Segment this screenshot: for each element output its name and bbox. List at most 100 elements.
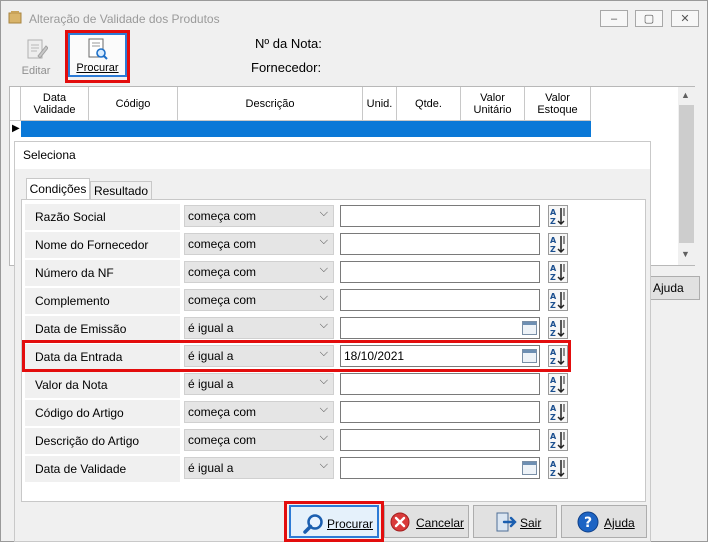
chevron-down-icon: ⌵	[319, 459, 328, 471]
background-help-label: Ajuda	[653, 281, 684, 295]
condition-operator-select[interactable]: começa com ⌵	[184, 289, 334, 311]
sort-az-button[interactable]: AZ	[548, 205, 568, 227]
sort-az-button[interactable]: AZ	[548, 261, 568, 283]
svg-text:A: A	[550, 320, 557, 329]
sort-az-icon: AZ	[550, 264, 565, 282]
condition-operator-select[interactable]: começa com ⌵	[184, 233, 334, 255]
sort-az-icon: AZ	[550, 460, 565, 478]
condition-value-input[interactable]	[340, 205, 540, 227]
col-codigo[interactable]: Código	[89, 87, 178, 121]
sort-az-button[interactable]: AZ	[548, 457, 568, 479]
sort-az-icon: AZ	[550, 236, 565, 254]
svg-text:Z: Z	[550, 329, 556, 338]
condition-operator-select[interactable]: é igual a ⌵	[184, 317, 334, 339]
sort-az-icon: AZ	[550, 320, 565, 338]
sort-az-button[interactable]: AZ	[548, 429, 568, 451]
svg-text:Z: Z	[550, 217, 556, 226]
chevron-down-icon: ⌵	[319, 375, 328, 387]
sort-az-icon: AZ	[550, 404, 565, 422]
sort-az-button[interactable]: AZ	[548, 401, 568, 423]
svg-text:A: A	[550, 404, 557, 413]
condition-operator-value: começa com	[188, 405, 257, 419]
condition-value-input[interactable]	[340, 317, 540, 339]
calendar-icon[interactable]	[522, 461, 537, 475]
sort-az-button[interactable]: AZ	[548, 317, 568, 339]
sort-az-icon: AZ	[550, 432, 565, 450]
svg-text:Z: Z	[550, 245, 556, 254]
chevron-down-icon: ⌵	[319, 207, 328, 219]
scrollbar-thumb[interactable]	[679, 105, 694, 243]
minimize-button[interactable]: –	[600, 10, 628, 27]
condition-value-input[interactable]	[340, 261, 540, 283]
condition-operator-value: é igual a	[188, 461, 234, 475]
condition-operator-value: começa com	[188, 209, 257, 223]
sort-az-icon: AZ	[550, 292, 565, 310]
chevron-down-icon: ⌵	[319, 263, 328, 275]
chevron-down-icon: ⌵	[319, 319, 328, 331]
chevron-down-icon: ⌵	[319, 235, 328, 247]
col-valor-unitario[interactable]: Valor Unitário	[461, 87, 525, 121]
sort-az-icon: AZ	[550, 376, 565, 394]
condition-operator-select[interactable]: começa com ⌵	[184, 429, 334, 451]
condition-value-input[interactable]	[340, 457, 540, 479]
condition-label: Complemento	[25, 288, 180, 314]
grid-corner	[10, 87, 21, 121]
svg-text:Z: Z	[550, 469, 556, 478]
sair-button[interactable]: Sair	[473, 505, 557, 538]
chevron-down-icon: ⌵	[319, 291, 328, 303]
minimize-icon: –	[610, 12, 618, 25]
table-row-selected[interactable]	[21, 121, 591, 137]
svg-text:?: ?	[584, 515, 592, 531]
maximize-button[interactable]: ▢	[635, 10, 663, 27]
scroll-down-icon[interactable]: ▼	[681, 249, 690, 259]
condition-operator-value: é igual a	[188, 377, 234, 391]
condition-row: Valor da Nota é igual a ⌵ A Z	[25, 371, 642, 399]
condition-operator-select[interactable]: é igual a ⌵	[184, 373, 334, 395]
cancel-icon	[390, 512, 410, 532]
condition-row: Descrição do Artigo começa com ⌵ A Z	[25, 427, 642, 455]
procurar-button[interactable]: Procurar	[289, 505, 379, 538]
col-data-validade[interactable]: Data Validade	[21, 87, 89, 121]
condition-operator-select[interactable]: começa com ⌵	[184, 205, 334, 227]
app-icon	[8, 11, 22, 24]
magnifier-icon	[303, 514, 323, 534]
scroll-up-icon[interactable]: ▲	[681, 90, 690, 100]
svg-text:A: A	[550, 376, 557, 385]
col-descricao[interactable]: Descrição	[178, 87, 363, 121]
condition-value-input[interactable]	[340, 401, 540, 423]
condition-label: Descrição do Artigo	[25, 428, 180, 454]
calendar-icon[interactable]	[522, 321, 537, 335]
condition-label: Código do Artigo	[25, 400, 180, 426]
ajuda-button[interactable]: ? Ajuda	[561, 505, 647, 538]
condition-value-input[interactable]	[340, 373, 540, 395]
close-button[interactable]: ✕	[671, 10, 699, 27]
col-valor-estoque[interactable]: Valor Estoque	[525, 87, 591, 121]
svg-text:Z: Z	[550, 301, 556, 310]
row-indicator-icon: ▶	[12, 123, 20, 134]
col-qtde[interactable]: Qtde.	[397, 87, 461, 121]
toolbar-search-button[interactable]: Procurar	[68, 33, 127, 80]
condition-value-input[interactable]	[340, 289, 540, 311]
sort-az-button[interactable]: AZ	[548, 373, 568, 395]
condition-operator-value: começa com	[188, 237, 257, 251]
condition-row: Complemento começa com ⌵ A Z	[25, 287, 642, 315]
sort-az-button[interactable]: AZ	[548, 233, 568, 255]
edit-button[interactable]: Editar	[10, 34, 62, 82]
condition-value-input[interactable]	[340, 233, 540, 255]
condition-row: Código do Artigo começa com ⌵ A Z	[25, 399, 642, 427]
condition-operator-select[interactable]: é igual a ⌵	[184, 457, 334, 479]
tab-condicoes[interactable]: Condições	[26, 178, 90, 200]
condition-operator-select[interactable]: começa com ⌵	[184, 401, 334, 423]
col-unid[interactable]: Unid.	[363, 87, 397, 121]
data-entrada-highlight	[22, 340, 571, 372]
tab-resultado[interactable]: Resultado	[90, 181, 152, 200]
svg-text:A: A	[550, 292, 557, 301]
search-label: Procurar	[76, 62, 119, 74]
condition-label: Nome do Fornecedor	[25, 232, 180, 258]
sort-az-button[interactable]: AZ	[548, 289, 568, 311]
grid-scrollbar[interactable]: ▲ ▼	[678, 87, 695, 265]
chevron-down-icon: ⌵	[319, 431, 328, 443]
condition-value-input[interactable]	[340, 429, 540, 451]
condition-operator-select[interactable]: começa com ⌵	[184, 261, 334, 283]
cancelar-button[interactable]: Cancelar	[384, 505, 469, 538]
